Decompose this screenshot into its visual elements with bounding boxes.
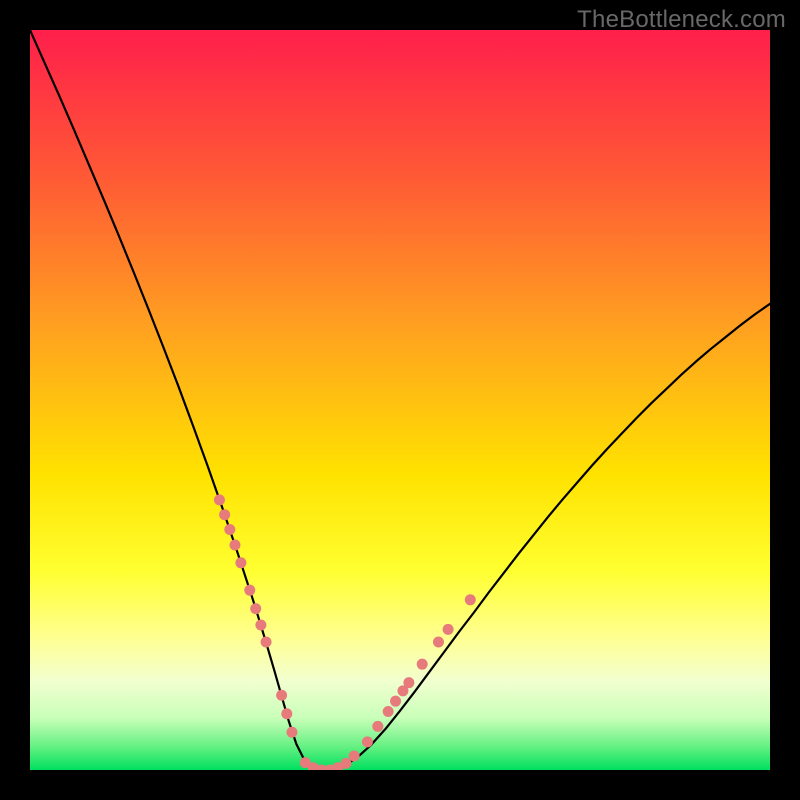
data-marker <box>443 624 454 635</box>
data-marker <box>261 636 272 647</box>
data-marker <box>235 557 246 568</box>
data-marker <box>229 540 240 551</box>
chart-svg <box>30 30 770 770</box>
data-marker <box>390 696 401 707</box>
chart-frame: TheBottleneck.com <box>0 0 800 800</box>
data-marker <box>383 706 394 717</box>
data-marker <box>465 594 476 605</box>
data-marker <box>219 509 230 520</box>
data-marker <box>244 585 255 596</box>
plot-area <box>30 30 770 770</box>
data-marker <box>362 736 373 747</box>
data-marker <box>224 524 235 535</box>
data-marker <box>250 603 261 614</box>
data-marker <box>433 636 444 647</box>
data-marker <box>276 690 287 701</box>
data-marker <box>349 750 360 761</box>
data-marker <box>340 758 351 769</box>
data-marker <box>372 721 383 732</box>
data-marker <box>255 619 266 630</box>
data-marker <box>403 677 414 688</box>
gradient-background <box>30 30 770 770</box>
data-marker <box>281 708 292 719</box>
data-marker <box>286 727 297 738</box>
data-marker <box>417 659 428 670</box>
data-marker <box>214 494 225 505</box>
watermark-label: TheBottleneck.com <box>577 6 786 34</box>
